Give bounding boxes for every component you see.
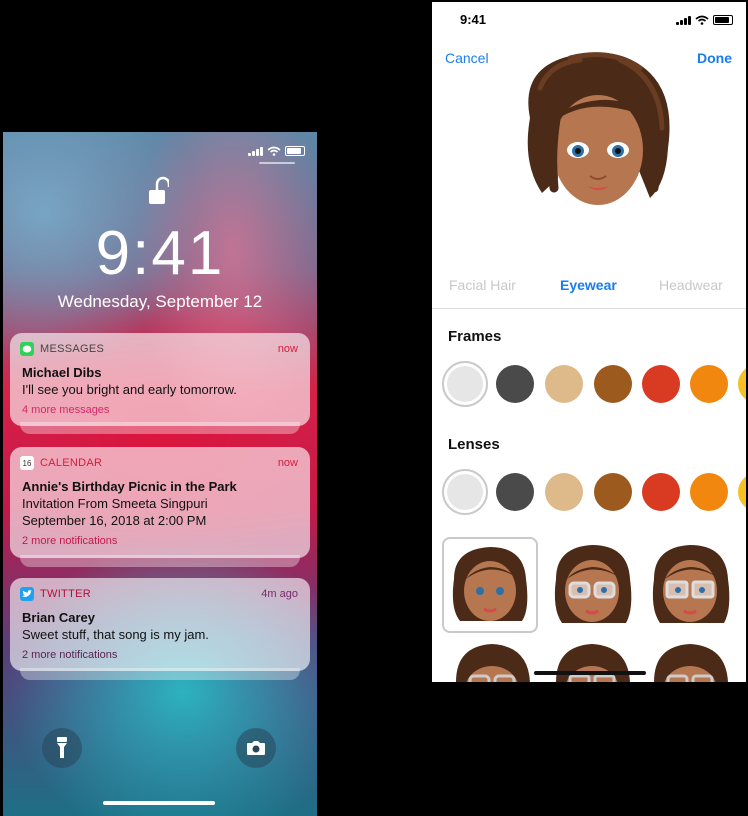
frame-color-swatch-selected[interactable] xyxy=(442,361,488,407)
eyewear-option-square-frames[interactable] xyxy=(642,537,738,633)
memoji-thumbnail xyxy=(456,644,530,682)
eyewear-option-round-frames[interactable] xyxy=(544,537,640,633)
notification-app-name: MESSAGES xyxy=(40,343,105,355)
eyewear-option[interactable] xyxy=(544,640,640,682)
done-button[interactable]: Done xyxy=(697,50,732,66)
calendar-icon: 16 xyxy=(20,456,34,470)
lock-screen: 9:41 Wednesday, September 12 MESSAGES no… xyxy=(3,132,317,816)
lens-color-swatch-selected[interactable] xyxy=(442,469,488,515)
frame-color-swatch[interactable] xyxy=(738,365,746,403)
lens-color-swatch[interactable] xyxy=(545,473,583,511)
battery-icon xyxy=(285,146,305,156)
cancel-button[interactable]: Cancel xyxy=(445,50,489,66)
battery-icon xyxy=(713,15,733,25)
frame-color-swatch[interactable] xyxy=(690,365,728,403)
lock-clock: 9:41 xyxy=(95,219,225,288)
eyewear-option[interactable] xyxy=(642,640,738,682)
camera-button[interactable] xyxy=(236,728,276,768)
status-time: 9:41 xyxy=(460,12,487,27)
notification-time: 4m ago xyxy=(261,588,298,600)
frames-heading: Frames xyxy=(448,328,502,345)
frame-color-swatch[interactable] xyxy=(594,365,632,403)
lens-color-swatch[interactable] xyxy=(496,473,534,511)
frame-color-swatch[interactable] xyxy=(545,365,583,403)
memoji-preview xyxy=(527,52,670,205)
notification-title: Brian Carey xyxy=(22,610,95,625)
notification-body: Sweet stuff, that song is my jam. xyxy=(22,627,209,642)
notification-title: Michael Dibs xyxy=(22,365,102,380)
lenses-swatches xyxy=(442,467,746,517)
memoji-thumbnail xyxy=(556,644,630,682)
notification-body-line2: September 16, 2018 at 2:00 PM xyxy=(22,513,207,528)
wifi-icon xyxy=(695,15,709,25)
lens-color-swatch[interactable] xyxy=(690,473,728,511)
category-tabs: Facial Hair Eyewear Headwear xyxy=(432,277,746,297)
memoji-thumbnail xyxy=(654,644,728,682)
divider xyxy=(432,308,746,309)
tab-facial-hair[interactable]: Facial Hair xyxy=(449,277,516,293)
frame-color-swatch[interactable] xyxy=(496,365,534,403)
memoji-editor: 9:41 Cancel Done Facial Hair Eyewear Hea… xyxy=(432,2,746,682)
lenses-heading: Lenses xyxy=(448,436,500,453)
notification-more[interactable]: 2 more notifications xyxy=(22,535,117,547)
notch-indicator xyxy=(259,162,295,164)
notification-time: now xyxy=(277,457,298,469)
messages-icon xyxy=(20,342,34,356)
notification-twitter[interactable]: TWITTER 4m ago Brian Carey Sweet stuff, … xyxy=(10,578,310,671)
lens-color-swatch[interactable] xyxy=(642,473,680,511)
notification-calendar[interactable]: 16 CALENDAR now Annie's Birthday Picnic … xyxy=(10,447,310,558)
flashlight-icon xyxy=(57,737,67,758)
tab-eyewear[interactable]: Eyewear xyxy=(560,277,617,293)
flashlight-button[interactable] xyxy=(42,728,82,768)
wifi-icon xyxy=(267,146,281,156)
lens-color-swatch[interactable] xyxy=(594,473,632,511)
frame-color-swatch[interactable] xyxy=(642,365,680,403)
memoji-thumbnail xyxy=(452,547,528,621)
eyewear-option[interactable] xyxy=(444,640,540,682)
home-indicator[interactable] xyxy=(103,801,215,805)
notification-more[interactable]: 2 more notifications xyxy=(22,649,117,661)
twitter-icon xyxy=(20,587,34,601)
eyewear-option-none[interactable] xyxy=(442,537,538,633)
memoji-thumbnail xyxy=(554,545,632,623)
notification-messages[interactable]: MESSAGES now Michael Dibs I'll see you b… xyxy=(10,333,310,426)
tab-headwear[interactable]: Headwear xyxy=(659,277,723,293)
home-indicator[interactable] xyxy=(534,671,646,675)
lens-color-swatch[interactable] xyxy=(738,473,746,511)
lock-date: Wednesday, September 12 xyxy=(57,292,263,311)
memoji-thumbnail xyxy=(652,545,730,623)
signal-icon xyxy=(676,15,691,25)
status-bar xyxy=(248,146,305,156)
frames-swatches xyxy=(442,359,746,409)
notification-more[interactable]: 4 more messages xyxy=(22,404,109,416)
notification-app-name: CALENDAR xyxy=(40,457,103,469)
unlocked-icon xyxy=(149,176,169,204)
signal-icon xyxy=(248,146,263,156)
camera-icon xyxy=(247,741,265,755)
notification-app-name: TWITTER xyxy=(40,588,91,600)
notification-time: now xyxy=(277,343,298,355)
notification-title: Annie's Birthday Picnic in the Park xyxy=(22,479,237,494)
notification-body: Invitation From Smeeta Singpuri xyxy=(22,496,208,511)
notification-body: I'll see you bright and early tomorrow. xyxy=(22,382,237,397)
status-bar: 9:41 xyxy=(432,12,746,30)
